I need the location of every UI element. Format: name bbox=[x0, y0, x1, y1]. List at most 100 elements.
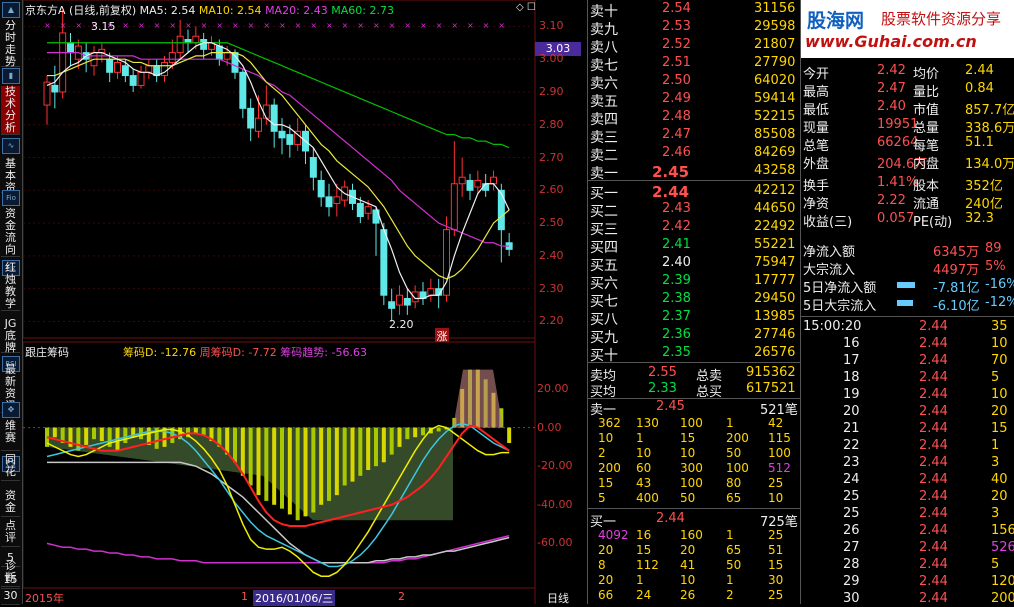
bid-row[interactable]: 买八 2.37 13985 bbox=[588, 308, 800, 328]
tick-row: 20 2.44 20 bbox=[801, 403, 1014, 420]
bid-row[interactable]: 买七 2.38 29450 bbox=[588, 290, 800, 310]
sub-bar bbox=[123, 427, 128, 444]
arrow-up-icon[interactable]: ▲ bbox=[2, 2, 20, 18]
tab-zijin2[interactable]: 资金 bbox=[1, 490, 20, 517]
candle-body bbox=[388, 301, 396, 309]
interval-30[interactable]: 30 bbox=[1, 590, 20, 605]
zhang-badge[interactable]: 涨 bbox=[435, 328, 449, 343]
queue-ask-cell: 100 bbox=[680, 416, 703, 430]
signal-mark: × bbox=[232, 21, 239, 30]
chart-icon[interactable]: ∿ bbox=[2, 138, 20, 154]
candle-body bbox=[145, 65, 153, 73]
stat-row: 净资 2.22 流通 240亿 bbox=[801, 192, 1014, 212]
candle-body bbox=[200, 39, 208, 50]
queue-ask-cell: 43 bbox=[636, 476, 652, 490]
sub-y-tick: -40.00 bbox=[537, 497, 573, 511]
stat-value: 0.057 bbox=[877, 211, 915, 226]
tick-volume: 5 bbox=[991, 370, 1000, 385]
bid-price: 2.43 bbox=[662, 201, 691, 216]
bid-row[interactable]: 买九 2.36 27746 bbox=[588, 326, 800, 346]
tick-row: 16 2.44 10 bbox=[801, 335, 1014, 352]
tab-jg[interactable]: JG底牌 bbox=[1, 318, 20, 354]
ask-row[interactable]: 卖六 2.50 64020 bbox=[588, 72, 800, 92]
tab-weisai[interactable]: 维赛 bbox=[1, 420, 20, 451]
sub-title: 跟庄筹码 bbox=[25, 346, 69, 359]
queue-ask-cell: 25 bbox=[768, 476, 784, 490]
fio-icon[interactable]: Fio bbox=[2, 190, 20, 206]
tick-row: 21 2.44 15 bbox=[801, 420, 1014, 437]
tick-time: 26 bbox=[843, 523, 860, 538]
queue-ask-cell: 15 bbox=[598, 476, 614, 490]
queue-bid-cell: 66 bbox=[598, 588, 614, 602]
signal-mark: × bbox=[44, 21, 51, 30]
y-tick: 2.70 bbox=[539, 150, 564, 164]
sub-bar bbox=[52, 427, 57, 438]
sub-bar bbox=[233, 427, 237, 463]
tick-time: 21 bbox=[843, 421, 860, 436]
x-mark-1: 1 bbox=[241, 590, 248, 603]
bid-row[interactable]: 买六 2.39 17777 bbox=[588, 272, 800, 292]
bid-row[interactable]: 买二 2.43 44650 bbox=[588, 200, 800, 220]
ask-row[interactable]: 卖七 2.51 27790 bbox=[588, 54, 800, 74]
ask-row[interactable]: 卖一 2.45 43258 bbox=[588, 162, 800, 182]
queue-ask-row: 15 43 100 80 25 bbox=[588, 476, 800, 491]
tab-tonghua[interactable]: 同花 bbox=[1, 454, 20, 481]
tick-price: 2.44 bbox=[919, 455, 948, 470]
queue-ask-cell: 200 bbox=[726, 431, 749, 445]
candle-icon[interactable]: ▮ bbox=[2, 68, 20, 84]
period-label: (日线,前复权) bbox=[69, 4, 137, 17]
signal-mark: × bbox=[154, 21, 161, 30]
queue-ask-price: 2.45 bbox=[656, 399, 685, 414]
stat-value-2: 51.1 bbox=[965, 135, 994, 150]
tick-volume: 3 bbox=[991, 455, 1000, 470]
sub-header: 跟庄筹码 bbox=[25, 344, 69, 360]
bid-row[interactable]: 买十 2.35 26576 bbox=[588, 344, 800, 364]
ask-row[interactable]: 卖三 2.47 85508 bbox=[588, 126, 800, 146]
expand-icon[interactable]: ◇ ☐ bbox=[516, 2, 536, 13]
logo-url: www.Guhai.com.cn bbox=[805, 32, 977, 51]
queue-ask-cell: 65 bbox=[726, 491, 742, 505]
tab-zijin[interactable]: 资金流向 bbox=[1, 208, 20, 257]
ma5-value: MA5: 2.54 bbox=[139, 4, 196, 17]
ask-row[interactable]: 卖四 2.48 52215 bbox=[588, 108, 800, 128]
ask-row[interactable]: 卖八 2.52 21807 bbox=[588, 36, 800, 56]
bid-row[interactable]: 买一 2.44 42212 bbox=[588, 182, 800, 202]
tick-price: 2.44 bbox=[919, 472, 948, 487]
tick-volume: 40 bbox=[991, 472, 1008, 487]
ask-row[interactable]: 卖五 2.49 59414 bbox=[588, 90, 800, 110]
bid-row[interactable]: 买五 2.40 75947 bbox=[588, 254, 800, 274]
trend-line bbox=[46, 534, 510, 564]
queue-bid-cell: 24 bbox=[636, 588, 652, 602]
ask-row[interactable]: 卖九 2.53 29598 bbox=[588, 18, 800, 38]
bid-row[interactable]: 买三 2.42 22492 bbox=[588, 218, 800, 238]
queue-bid-price: 2.44 bbox=[656, 511, 685, 526]
queue-bid-cell: 15 bbox=[768, 558, 784, 572]
queue-ask-cell: 2 bbox=[598, 446, 606, 460]
tab-jiben[interactable]: 基本资料 bbox=[1, 158, 20, 206]
tab-fenshi[interactable]: 分时走势 bbox=[1, 20, 20, 68]
candle-body bbox=[333, 196, 341, 204]
ask-row[interactable]: 卖十 2.54 31156 bbox=[588, 0, 800, 20]
bid-price: 2.42 bbox=[662, 219, 691, 234]
chart-area[interactable]: × × × × × × × × × × × × × × × × × × × × × × × × × × × × × × 京东方A (日线,… bbox=[23, 0, 586, 606]
tick-row: 23 2.44 3 bbox=[801, 454, 1014, 471]
bid-row[interactable]: 买四 2.41 55221 bbox=[588, 236, 800, 256]
ask-price: 2.45 bbox=[652, 163, 690, 181]
move-icon[interactable]: ✥ bbox=[2, 402, 20, 418]
sub-chart-marks bbox=[23, 369, 535, 577]
ask-row[interactable]: 卖二 2.46 84269 bbox=[588, 144, 800, 164]
queue-ask-cell: 60 bbox=[636, 461, 652, 475]
stat-key: 收益(三) bbox=[803, 215, 853, 230]
tick-volume: 70 bbox=[991, 353, 1008, 368]
queue-ask-cell: 512 bbox=[768, 461, 791, 475]
queue-bid-cell: 1 bbox=[726, 573, 734, 587]
signal-mark: × bbox=[436, 21, 443, 30]
interval-15[interactable]: 15 bbox=[1, 574, 20, 589]
chart-svg[interactable]: × × × × × × × × × × × × × × × × × × × × × × × × × × × × × × bbox=[23, 0, 586, 604]
sub-bar bbox=[381, 427, 386, 463]
tick-time: 25 bbox=[843, 489, 860, 504]
tab-hongzhu[interactable]: 红烛教学 bbox=[1, 262, 20, 311]
flow-bar-2 bbox=[897, 300, 913, 306]
tab-dianping[interactable]: 点评 bbox=[1, 520, 20, 547]
tab-jishu[interactable]: 技术分析 bbox=[1, 86, 20, 135]
